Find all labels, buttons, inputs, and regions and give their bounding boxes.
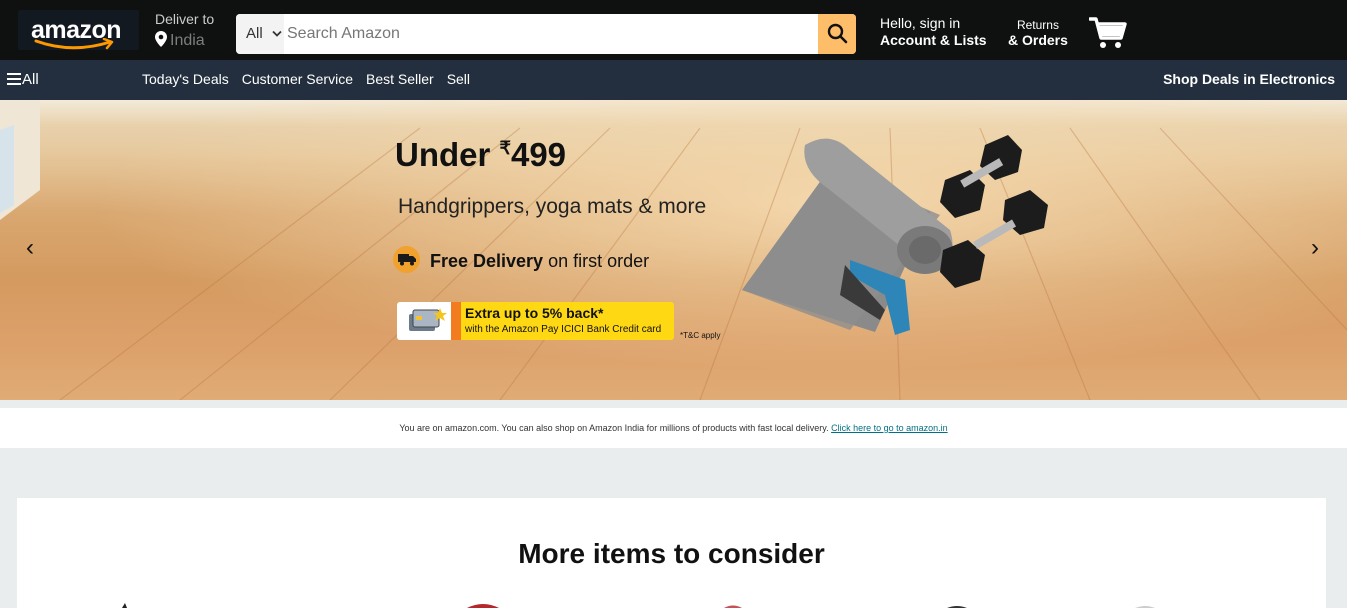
subnav-link-best-seller[interactable]: Best Seller [366,71,434,87]
bank-offer-banner: Extra up to 5% back* with the Amazon Pay… [397,302,674,340]
hero-delivery: Free Delivery on first order [393,246,649,273]
hero-background-image [0,100,1347,400]
subnav-link-customer-service[interactable]: Customer Service [242,71,353,87]
bank-offer-headline: Extra up to 5% back* [465,305,604,321]
deliver-to[interactable]: Deliver to India [155,11,215,49]
bank-offer-detail: with the Amazon Pay ICICI Bank Credit ca… [465,324,662,335]
returns-orders[interactable]: Returns & Orders [1008,18,1068,48]
search-input[interactable] [284,14,818,54]
product-thumbnails-strip [122,603,1155,608]
deliver-location: India [155,31,205,50]
hero-delivery-bold: Free Delivery [430,251,544,271]
search-category-label: All [246,25,263,42]
go-to-amazon-in-link[interactable]: Click here to go to amazon.in [831,423,948,433]
search-button[interactable] [818,14,856,54]
search-bar: All [236,14,856,54]
shop-deals-electronics-link[interactable]: Shop Deals in Electronics [1163,71,1335,87]
locale-notice-bar: You are on amazon.com. You can also shop… [0,408,1347,448]
locale-notice-text: You are on amazon.com. You can also shop… [399,423,832,433]
more-items-section: More items to consider [17,498,1326,608]
secondary-navbar: All Today's Deals Customer Service Best Se… [0,60,1347,100]
subnav-links: Today's Deals Customer Service Best Seller… [142,71,483,87]
hero-title-prefix: Under [395,136,500,173]
deliver-label: Deliver to [155,11,215,27]
all-menu-button[interactable]: All [7,71,39,88]
hero-price: 499 [510,136,567,173]
account-lists[interactable]: Hello, sign in Account & Lists [880,15,987,48]
hamburger-icon [7,73,21,85]
cart-icon [1088,17,1127,48]
location-pin-icon [155,31,167,47]
subnav-link-sell[interactable]: Sell [447,71,470,87]
carousel-prev-button[interactable]: ‹ [26,234,34,262]
carousel-next-button[interactable]: › [1311,234,1319,262]
top-navbar: amazon Deliver to India All Search Amazo… [0,0,1347,60]
deliver-location-text: India [170,32,205,49]
terms-note: *T&C apply [680,331,721,340]
all-menu-label: All [22,71,39,88]
smile-arrow-icon [34,38,114,50]
hero-delivery-rest: on first order [543,251,650,271]
cart-button[interactable] [1088,16,1127,55]
hero-title: Under ₹499 [395,136,566,174]
hero-currency: ₹ [499,138,511,158]
hero-carousel[interactable]: Under ₹499 Handgrippers, yoga mats & mor… [0,100,1347,400]
more-items-title: More items to consider [518,538,825,569]
amazon-logo[interactable]: amazon [18,10,139,50]
subnav-link-todays-deals[interactable]: Today's Deals [142,71,229,87]
delivery-truck-icon [393,246,420,273]
search-category-select[interactable]: All [236,14,284,54]
returns-label: Returns [1016,18,1059,32]
orders-label: & Orders [1008,32,1068,48]
account-greeting: Hello, sign in [880,15,961,31]
search-icon [827,23,848,44]
chevron-down-icon [272,30,282,37]
credit-card-icon [397,302,461,340]
hero-subtitle: Handgrippers, yoga mats & more [398,195,707,218]
account-label: Account & Lists [880,32,987,48]
